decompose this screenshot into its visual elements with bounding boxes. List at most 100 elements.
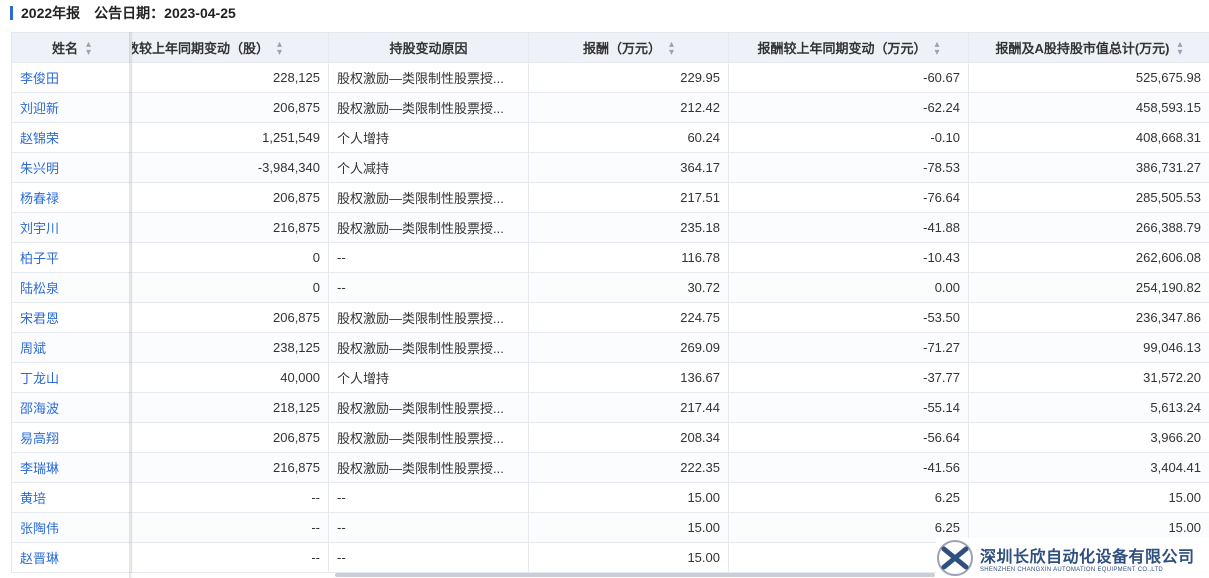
share-change-cell: -3,984,340: [131, 152, 329, 183]
table-row: 李瑞琳 216,875 股权激励—类限制性股票授... 222.35 -41.56 3,4…: [11, 452, 1209, 483]
pay-cell: 116.78: [528, 242, 729, 273]
horizontal-scrollbar[interactable]: [335, 573, 935, 577]
executive-name-link[interactable]: 陆松泉: [11, 272, 132, 303]
executive-name-link[interactable]: 赵锦荣: [11, 122, 132, 153]
share-change-cell: 216,875: [131, 212, 329, 243]
column-header-name[interactable]: 姓名 ▴ ▾: [11, 32, 132, 63]
change-reason-cell: 股权激励—类限制性股票授...: [328, 302, 529, 333]
frozen-column-shadow: [129, 32, 133, 578]
pay-change-cell: -53.50: [728, 302, 969, 333]
pay-cell: 269.09: [528, 332, 729, 363]
change-reason-cell: --: [328, 482, 529, 513]
pay-cell: 224.75: [528, 302, 729, 333]
table-row: 丁龙山 40,000 个人增持 136.67 -37.77 31,572.20: [11, 362, 1209, 393]
pay-change-cell: -56.64: [728, 422, 969, 453]
table-row: 刘宇川 216,875 股权激励—类限制性股票授... 235.18 -41.88 266…: [11, 212, 1209, 243]
pay-cell: 30.72: [528, 272, 729, 303]
share-change-cell: 1,251,549: [131, 122, 329, 153]
pay-change-cell: -71.27: [728, 332, 969, 363]
executive-name-link[interactable]: 刘宇川: [11, 212, 132, 243]
pay-cell: 212.42: [528, 92, 729, 123]
executive-table-container[interactable]: 姓名▴▾ 持股数较上年同期变动（股）▴▾ 持股变动原因 报酬（万元）▴▾ 报酬较…: [11, 32, 1209, 578]
table-row: 柏子平 0 -- 116.78 -10.43 262,606.08: [11, 242, 1209, 273]
total-value-cell: 285,505.53: [968, 182, 1209, 213]
executive-name-link[interactable]: 易高翔: [11, 422, 132, 453]
change-reason-cell: --: [328, 272, 529, 303]
executive-name-link[interactable]: 周斌: [11, 332, 132, 363]
pay-cell: 217.44: [528, 392, 729, 423]
share-change-cell: 228,125: [131, 62, 329, 93]
pay-change-cell: 6.25: [728, 482, 969, 513]
total-value-cell: 408,668.31: [968, 122, 1209, 153]
pay-change-cell: -37.77: [728, 362, 969, 393]
table-header-row: 姓名▴▾ 持股数较上年同期变动（股）▴▾ 持股变动原因 报酬（万元）▴▾ 报酬较…: [11, 32, 1209, 63]
change-reason-cell: 个人减持: [328, 152, 529, 183]
total-value-cell: 458,593.15: [968, 92, 1209, 123]
change-reason-cell: 股权激励—类限制性股票授...: [328, 212, 529, 243]
pay-cell: 60.24: [528, 122, 729, 153]
table-row: 邵海波 218,125 股权激励—类限制性股票授... 217.44 -55.14 5,6…: [11, 392, 1209, 423]
change-reason-cell: 股权激励—类限制性股票授...: [328, 182, 529, 213]
share-change-cell: 206,875: [131, 422, 329, 453]
total-value-cell: 386,731.27: [968, 152, 1209, 183]
table-row: 朱兴明 -3,984,340 个人减持 364.17 -78.53 386,731.27: [11, 152, 1209, 183]
total-value-cell: 15.00: [968, 482, 1209, 513]
announce-date-label: 公告日期：: [94, 5, 165, 21]
column-header-pay[interactable]: 报酬（万元） ▴ ▾: [528, 32, 729, 63]
share-change-cell: --: [131, 512, 329, 543]
total-value-cell: 254,190.82: [968, 272, 1209, 303]
executive-name-link[interactable]: 邵海波: [11, 392, 132, 423]
executive-name-link[interactable]: 张陶伟: [11, 512, 132, 543]
change-reason-cell: 个人增持: [328, 122, 529, 153]
table-row: 赵锦荣 1,251,549 个人增持 60.24 -0.10 408,668.31: [11, 122, 1209, 153]
share-change-cell: 218,125: [131, 392, 329, 423]
change-reason-cell: 股权激励—类限制性股票授...: [328, 452, 529, 483]
pay-cell: 222.35: [528, 452, 729, 483]
sort-icon[interactable]: ▴ ▾: [86, 40, 91, 58]
executive-name-link[interactable]: 柏子平: [11, 242, 132, 273]
table-body: 李俊田 228,125 股权激励—类限制性股票授... 229.95 -60.67 525…: [11, 62, 1209, 573]
pay-change-cell: -78.53: [728, 152, 969, 183]
executive-name-link[interactable]: 赵晋琳: [11, 542, 132, 573]
change-reason-cell: 个人增持: [328, 362, 529, 393]
change-reason-cell: 股权激励—类限制性股票授...: [328, 332, 529, 363]
share-change-cell: 238,125: [131, 332, 329, 363]
executive-name-link[interactable]: 黄培: [11, 482, 132, 513]
pay-change-cell: -55.14: [728, 392, 969, 423]
report-header: 2022年报 公告日期： 2023-04-25: [0, 0, 1209, 26]
change-reason-cell: 股权激励—类限制性股票授...: [328, 92, 529, 123]
executive-name-link[interactable]: 刘迎新: [11, 92, 132, 123]
executive-name-link[interactable]: 丁龙山: [11, 362, 132, 393]
change-reason-cell: 股权激励—类限制性股票授...: [328, 392, 529, 423]
sort-icon[interactable]: ▴ ▾: [1178, 40, 1183, 58]
column-header-share-change[interactable]: 持股数较上年同期变动（股）▴▾: [131, 32, 329, 63]
share-change-cell: --: [131, 542, 329, 573]
sort-icon[interactable]: ▴ ▾: [669, 40, 674, 58]
company-logo-icon: [936, 539, 974, 577]
executive-name-link[interactable]: 李俊田: [11, 62, 132, 93]
sort-icon[interactable]: ▴ ▾: [934, 40, 939, 58]
column-header-pay-change[interactable]: 报酬较上年同期变动（万元） ▴ ▾: [728, 32, 969, 63]
table-row: 黄培 -- -- 15.00 6.25 15.00: [11, 482, 1209, 513]
column-header-reason[interactable]: 持股变动原因: [328, 32, 529, 63]
executive-name-link[interactable]: 朱兴明: [11, 152, 132, 183]
pay-cell: 15.00: [528, 482, 729, 513]
column-header-total[interactable]: 报酬及A股持股市值总计(万元) ▴ ▾: [968, 32, 1209, 63]
total-value-cell: 525,675.98: [968, 62, 1209, 93]
change-reason-cell: --: [328, 542, 529, 573]
watermark-company-en: SHENZHEN CHANGXIN AUTOMATION EQUIPMENT C…: [980, 567, 1164, 573]
pay-change-cell: -76.64: [728, 182, 969, 213]
executive-name-link[interactable]: 李瑞琳: [11, 452, 132, 483]
table-row: 李俊田 228,125 股权激励—类限制性股票授... 229.95 -60.67 525…: [11, 62, 1209, 93]
report-title: 2022年报: [21, 5, 81, 21]
sort-icon[interactable]: ▴ ▾: [277, 40, 282, 58]
executive-name-link[interactable]: 杨春禄: [11, 182, 132, 213]
pay-cell: 15.00: [528, 542, 729, 573]
change-reason-cell: --: [328, 242, 529, 273]
pay-cell: 364.17: [528, 152, 729, 183]
share-change-cell: 40,000: [131, 362, 329, 393]
pay-change-cell: -0.10: [728, 122, 969, 153]
pay-change-cell: -60.67: [728, 62, 969, 93]
total-value-cell: 3,966.20: [968, 422, 1209, 453]
executive-name-link[interactable]: 宋君恩: [11, 302, 132, 333]
